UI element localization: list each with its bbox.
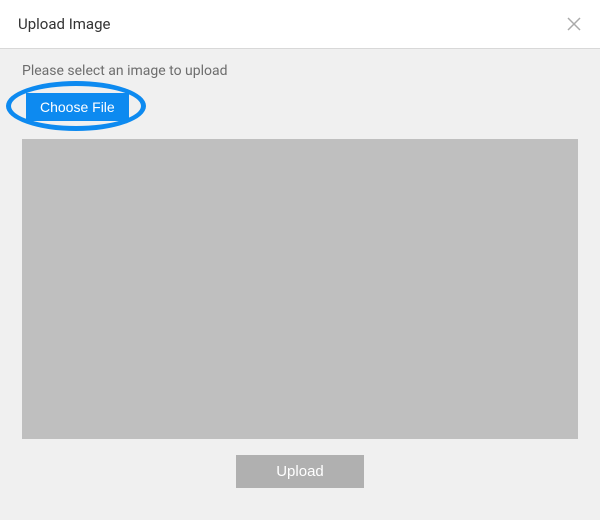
upload-image-modal: Upload Image Please select an image to u… [0,0,600,520]
close-button[interactable] [564,14,584,34]
upload-row: Upload [22,455,578,488]
modal-header: Upload Image [0,0,600,49]
choose-file-wrap: Choose File [26,93,129,121]
modal-body: Please select an image to upload Choose … [0,49,600,488]
close-icon [566,16,582,32]
upload-button[interactable]: Upload [236,455,364,488]
choose-file-button[interactable]: Choose File [26,93,129,121]
instruction-text: Please select an image to upload [22,63,578,79]
image-preview-area [22,139,578,439]
modal-title: Upload Image [18,15,110,33]
